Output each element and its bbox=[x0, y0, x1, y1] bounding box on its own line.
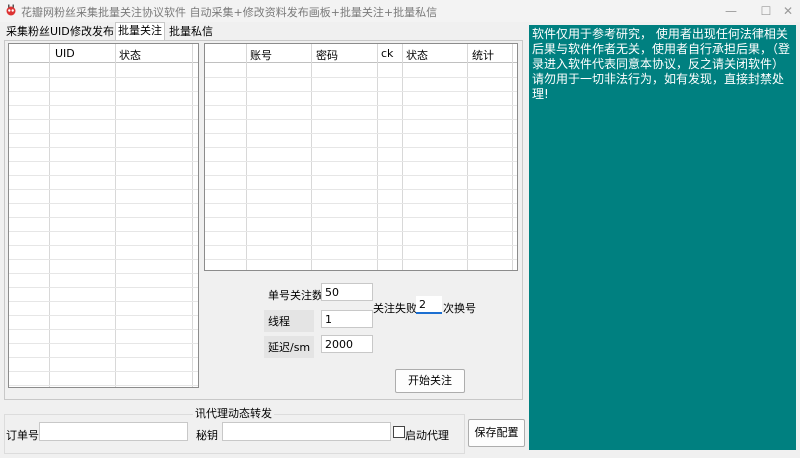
switch-account-label: 次换号 bbox=[443, 302, 476, 315]
grid-row-line bbox=[9, 133, 198, 134]
grid-row-line bbox=[9, 175, 198, 176]
column-header-account[interactable]: 账号 bbox=[250, 47, 272, 63]
enable-proxy-label[interactable]: 启动代理 bbox=[405, 427, 449, 443]
grid-row-line bbox=[9, 357, 198, 358]
grid-row-line bbox=[9, 189, 198, 190]
grid-row-line bbox=[205, 77, 517, 78]
column-header-status[interactable]: 状态 bbox=[406, 47, 428, 63]
column-header-status[interactable]: 状态 bbox=[119, 47, 141, 63]
column-header-stats[interactable]: 统计 bbox=[472, 47, 494, 63]
grid-row-line bbox=[205, 203, 517, 204]
column-header-password[interactable]: 密码 bbox=[316, 47, 338, 63]
grid-row-line bbox=[9, 259, 198, 260]
grid-row-line bbox=[205, 259, 517, 260]
column-header-ck[interactable]: ck bbox=[381, 47, 393, 60]
account-grid-header: 账号 密码 ck 状态 统计 bbox=[205, 44, 517, 63]
uid-grid[interactable]: UID 状态 bbox=[8, 43, 199, 388]
order-number-input[interactable] bbox=[39, 422, 188, 441]
save-config-button[interactable]: 保存配置 bbox=[468, 419, 525, 447]
grid-row-line bbox=[9, 245, 198, 246]
grid-row-line bbox=[9, 217, 198, 218]
grid-row-line bbox=[9, 231, 198, 232]
threads-label: 线程 bbox=[264, 310, 314, 332]
title-bar: 花瓣网粉丝采集批量关注协议软件 自动采集+修改资料发布画板+批量关注+批量私信 … bbox=[0, 0, 800, 22]
grid-row-line bbox=[205, 217, 517, 218]
secret-key-label: 秘钥 bbox=[196, 429, 218, 442]
follow-fail-input[interactable]: 2 bbox=[416, 296, 442, 314]
follow-fail-label: 关注失败 bbox=[373, 302, 417, 315]
grid-row-line bbox=[205, 161, 517, 162]
grid-row-line bbox=[9, 147, 198, 148]
threads-input[interactable]: 1 bbox=[321, 310, 373, 328]
start-follow-button[interactable]: 开始关注 bbox=[395, 369, 465, 393]
app-logo-icon bbox=[6, 4, 16, 16]
grid-row-line bbox=[205, 91, 517, 92]
grid-row-line bbox=[9, 329, 198, 330]
grid-row-line bbox=[9, 77, 198, 78]
follow-count-input[interactable]: 50 bbox=[321, 283, 373, 301]
notice-text-area[interactable]: 软件仅用于参考研究， 使用者出现任何法律相关后果与软件作者无关，使用者自行承担后… bbox=[529, 25, 796, 450]
grid-row-line bbox=[205, 175, 517, 176]
grid-row-line bbox=[9, 105, 198, 106]
grid-row-line bbox=[205, 147, 517, 148]
grid-row-line bbox=[9, 315, 198, 316]
grid-row-line bbox=[205, 133, 517, 134]
enable-proxy-checkbox[interactable] bbox=[393, 426, 405, 438]
grid-row-line bbox=[205, 245, 517, 246]
tab-collect-fans[interactable]: 采集粉丝UID bbox=[4, 24, 72, 40]
grid-row-line bbox=[9, 161, 198, 162]
grid-row-line bbox=[9, 343, 198, 344]
grid-row-line bbox=[9, 301, 198, 302]
grid-row-line bbox=[9, 273, 198, 274]
grid-row-line bbox=[9, 203, 198, 204]
grid-row-line bbox=[9, 385, 198, 386]
grid-row-line bbox=[205, 231, 517, 232]
delay-input[interactable]: 2000 bbox=[321, 335, 373, 353]
tab-batch-message[interactable]: 批量私信 bbox=[167, 24, 215, 40]
window-title: 花瓣网粉丝采集批量关注协议软件 自动采集+修改资料发布画板+批量关注+批量私信 bbox=[21, 6, 438, 19]
grid-row-line bbox=[205, 119, 517, 120]
grid-row-line bbox=[9, 287, 198, 288]
column-header-uid[interactable]: UID bbox=[55, 47, 75, 60]
order-number-label: 订单号 bbox=[6, 429, 39, 442]
grid-row-line bbox=[9, 119, 198, 120]
uid-grid-header: UID 状态 bbox=[9, 44, 198, 63]
grid-row-line bbox=[9, 371, 198, 372]
grid-row-line bbox=[205, 105, 517, 106]
proxy-group-title: 讯代理动态转发 bbox=[193, 405, 274, 421]
follow-count-label: 单号关注数 bbox=[268, 289, 323, 302]
account-grid[interactable]: 账号 密码 ck 状态 统计 bbox=[204, 43, 518, 271]
delay-label: 延迟/sm bbox=[264, 336, 314, 358]
secret-key-input[interactable] bbox=[222, 422, 391, 441]
tab-batch-follow[interactable]: 批量关注 bbox=[115, 22, 165, 41]
close-button[interactable]: ✕ bbox=[776, 0, 800, 22]
grid-row-line bbox=[205, 189, 517, 190]
grid-row-line bbox=[9, 91, 198, 92]
tab-edit-publish[interactable]: 修改发布 bbox=[68, 24, 116, 40]
